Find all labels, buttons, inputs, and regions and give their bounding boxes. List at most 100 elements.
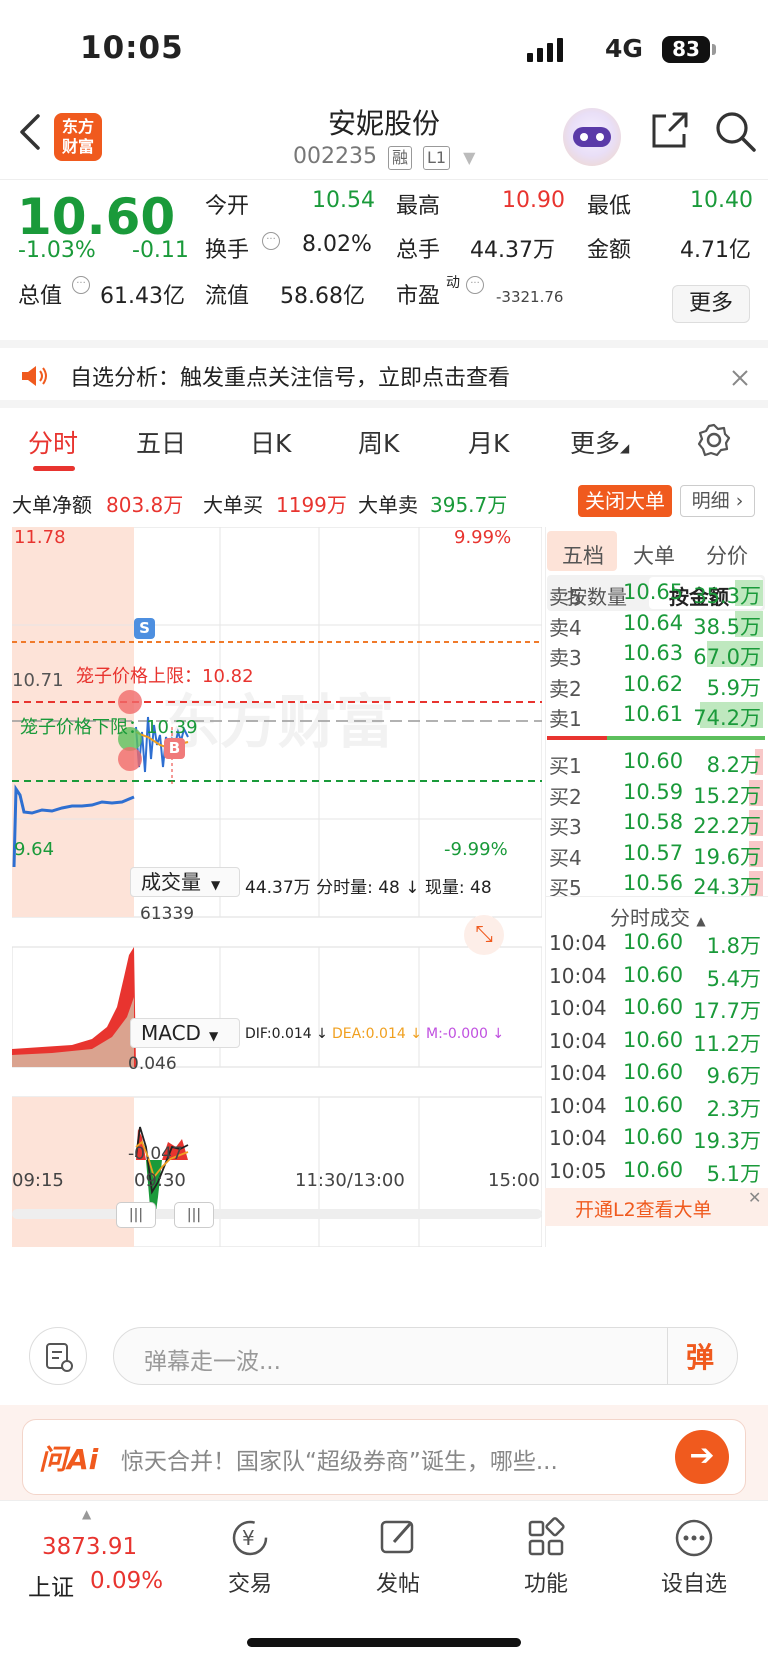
tick-volume: 17.7万 — [693, 999, 761, 1023]
tab-daily-k[interactable]: 日K — [250, 424, 291, 460]
nav-add-watchlist[interactable]: 设自选 — [639, 1516, 749, 1598]
tab-five-level[interactable]: 五档 — [562, 540, 604, 570]
tick-volume: 5.4万 — [706, 966, 761, 991]
dropdown-arrow-icon: ◢ — [620, 441, 630, 455]
alert-banner[interactable]: 自选分析：触发重点关注信号，立即点击查看 — [0, 340, 768, 408]
arrow-right-icon[interactable]: ➔ — [675, 1430, 729, 1484]
change-pct: -1.03% — [18, 238, 96, 263]
close-icon[interactable]: ✕ — [748, 1188, 761, 1207]
buy-row[interactable]: 买4 10.57 19.6万 — [545, 838, 763, 870]
tick-row: 10:04 10.60 5.4万 — [545, 960, 763, 992]
share-icon[interactable] — [648, 110, 690, 152]
amount-value: 4.71亿 — [680, 238, 751, 263]
tick-row: 10:04 10.60 9.6万 — [545, 1057, 763, 1089]
nav-post[interactable]: 发帖 — [343, 1516, 453, 1598]
volume-select-label: 成交量 — [141, 870, 201, 894]
tick-row: 10:04 10.60 17.7万 — [545, 992, 763, 1024]
sell-row[interactable]: 卖1 10.61 74.2万 — [545, 699, 763, 731]
danmaku-input[interactable]: 弹幕走一波... 弹 — [113, 1327, 738, 1385]
amount-label: 金额 — [587, 238, 632, 263]
index-pct[interactable]: 0.09% — [90, 1568, 163, 1594]
sell-marker[interactable]: S — [134, 618, 155, 639]
float-label: 流值 — [205, 284, 250, 309]
settings-icon[interactable] — [696, 422, 732, 458]
tick-price: 10.60 — [623, 1060, 684, 1084]
tab-five-day[interactable]: 五日 — [136, 424, 186, 460]
tick-volume: 19.3万 — [693, 1129, 761, 1153]
macd-dea: DEA:0.014 ↓ — [332, 1026, 422, 1042]
chevron-down-icon: ▼ — [211, 878, 221, 892]
volume-max: 61339 — [140, 904, 195, 924]
home-indicator — [247, 1638, 521, 1647]
nav-functions[interactable]: 功能 — [491, 1516, 601, 1598]
danmaku-send-button[interactable]: 弹 — [686, 1336, 714, 1376]
tab-more[interactable]: 更多◢ — [570, 424, 629, 460]
danmaku-bar: 弹幕走一波... 弹 — [0, 1305, 768, 1405]
level-tag: L1 — [423, 146, 451, 170]
level-price: 10.64 — [623, 610, 684, 635]
sell-row[interactable]: 卖4 10.64 38.5万 — [545, 608, 763, 640]
chart-scrollbar[interactable] — [12, 1209, 542, 1219]
stock-code-row[interactable]: 002235 融 L1 ▼ — [293, 144, 475, 170]
buy-row[interactable]: 买1 10.60 8.2万 — [545, 746, 763, 778]
more-button[interactable]: 更多 — [672, 285, 750, 323]
info-icon[interactable]: ··· — [262, 232, 280, 250]
tab-price-dist[interactable]: 分价 — [706, 540, 748, 570]
tick-time: 10:04 — [549, 1093, 607, 1118]
l2-promo[interactable]: 开通L2查看大单 ✕ — [545, 1188, 768, 1226]
ai-ask-box[interactable]: 问Ai 惊天合并！国家队“超级券商”诞生，哪些... ➔ — [22, 1419, 746, 1495]
level-price: 10.60 — [623, 749, 684, 773]
level-label: 买2 — [549, 784, 582, 809]
scroll-handle-right[interactable]: ||| — [174, 1202, 214, 1228]
info-icon[interactable]: ··· — [72, 276, 90, 294]
sell-row[interactable]: 卖5 10.65 35.3万 — [545, 577, 763, 609]
tab-weekly-k[interactable]: 周K — [358, 424, 399, 460]
search-icon[interactable] — [714, 110, 758, 154]
tab-more-label: 更多 — [570, 429, 621, 458]
close-big-order-button[interactable]: 关闭大单 — [578, 485, 672, 517]
tab-monthly-k[interactable]: 月K — [468, 424, 509, 460]
index-value[interactable]: 3873.91 — [42, 1534, 137, 1560]
notes-icon[interactable] — [29, 1327, 87, 1385]
macd-select-label: MACD — [141, 1021, 201, 1045]
macd-bottom-value: -0.047 — [128, 1144, 183, 1164]
index-name[interactable]: 上证 — [28, 1568, 74, 1602]
level-volume: 38.5万 — [693, 614, 761, 639]
battery-icon — [712, 44, 716, 55]
detail-button[interactable]: 明细 › — [680, 485, 755, 517]
time-label-midday: 11:30/13:00 — [295, 1170, 405, 1191]
close-icon[interactable] — [730, 368, 750, 388]
tick-price: 10.60 — [623, 1157, 684, 1182]
ai-assistant-avatar[interactable] — [563, 108, 621, 166]
tick-row: 10:04 10.60 19.3万 — [545, 1122, 763, 1154]
nav-trade[interactable]: ¥ 交易 — [195, 1516, 305, 1598]
buy-row[interactable]: 买3 10.58 22.2万 — [545, 807, 763, 839]
pe-value: -3321.76 — [496, 288, 564, 306]
tick-row: 10:04 10.60 11.2万 — [545, 1025, 763, 1057]
sell-row[interactable]: 卖3 10.63 67.0万 — [545, 638, 763, 670]
net-value: 803.8万 — [106, 493, 184, 517]
level-volume: 15.2万 — [693, 783, 761, 808]
change-value: -0.11 — [132, 238, 189, 263]
chart-bottom-price: 9.64 — [14, 839, 55, 860]
tick-price: 10.60 — [623, 930, 684, 954]
scroll-handle-left[interactable]: ||| — [116, 1202, 156, 1228]
tick-price: 10.60 — [623, 1027, 684, 1052]
tick-price: 10.60 — [623, 1125, 684, 1149]
expand-icon[interactable]: ⤡ — [464, 915, 504, 955]
tab-big-order[interactable]: 大单 — [633, 540, 675, 570]
sell-row[interactable]: 卖2 10.62 5.9万 — [545, 669, 763, 701]
more-circle-icon — [675, 1519, 713, 1557]
volume-indicator-select[interactable]: 成交量 ▼ — [130, 867, 240, 897]
level-label: 买1 — [549, 754, 582, 778]
buy-row[interactable]: 买2 10.59 15.2万 — [545, 777, 763, 809]
info-icon[interactable]: ··· — [466, 276, 484, 294]
tick-time: 10:04 — [549, 963, 607, 988]
level-price: 10.58 — [623, 810, 684, 834]
caret-up-icon: ▲ — [696, 914, 706, 928]
tab-intraday[interactable]: 分时 — [28, 424, 78, 460]
nav-post-label: 发帖 — [375, 1572, 420, 1597]
macd-indicator-select[interactable]: MACD ▼ — [130, 1018, 240, 1048]
buy-marker[interactable]: B — [164, 738, 185, 759]
level-price: 10.56 — [623, 871, 684, 895]
